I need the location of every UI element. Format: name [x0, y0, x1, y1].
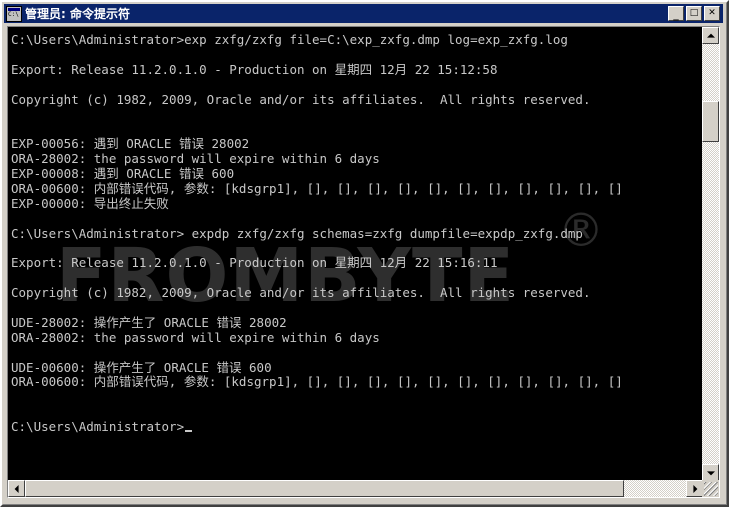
console-line: Copyright (c) 1982, 2009, Oracle and/or …	[11, 91, 591, 107]
chevron-left-icon	[14, 484, 19, 493]
maximize-button[interactable]: □	[686, 6, 702, 21]
horizontal-scroll-thumb[interactable]	[25, 480, 624, 497]
console-output-surface[interactable]: FROMBYTE ® C:\Users\Administrator>exp zx…	[8, 27, 703, 481]
console-line: C:\Users\Administrator> expdp zxfg/zxfg …	[11, 225, 583, 241]
scroll-up-button[interactable]	[702, 27, 719, 44]
scrollbar-corner	[702, 480, 719, 497]
console-line: Copyright (c) 1982, 2009, Oracle and/or …	[11, 285, 591, 301]
vertical-scroll-thumb[interactable]	[702, 101, 719, 142]
window-inner-frame: 管理员: 命令提示符 _ □ ✕ FROMBYTE ® C:\U	[2, 2, 727, 505]
console-line: UDE-28002: 操作产生了 ORACLE 错误 28002	[11, 314, 287, 330]
console-text-lines: C:\Users\Administrator>exp zxfg/zxfg fil…	[11, 32, 623, 435]
console-line: C:\Users\Administrator>exp zxfg/zxfg fil…	[11, 32, 568, 47]
console-line: UDE-00600: 操作产生了 ORACLE 错误 600	[11, 359, 272, 375]
console-line: EXP-00000: 导出终止失败	[11, 195, 169, 211]
console-icon	[6, 5, 22, 22]
console-line: ORA-28002: the password will expire with…	[11, 329, 380, 345]
title-bar[interactable]: 管理员: 命令提示符 _ □ ✕	[4, 4, 723, 23]
chevron-down-icon	[706, 470, 715, 475]
close-icon: ✕	[708, 8, 716, 18]
console-line: ORA-00600: 内部错误代码, 参数: [kdsgrp1], [], []…	[11, 374, 623, 390]
console-line: ORA-28002: the password will expire with…	[11, 151, 380, 167]
console-line: ORA-00600: 内部错误代码, 参数: [kdsgrp1], [], []…	[11, 180, 623, 196]
close-button[interactable]: ✕	[704, 6, 720, 21]
window-title: 管理员: 命令提示符	[25, 7, 130, 21]
console-line: Export: Release 11.2.0.1.0 - Production …	[11, 61, 498, 77]
console-line: C:\Users\Administrator>	[11, 419, 623, 435]
horizontal-scrollbar[interactable]	[8, 480, 703, 497]
resize-grip-icon[interactable]	[704, 482, 718, 496]
minimize-button[interactable]: _	[668, 6, 684, 21]
console-line: Export: Release 11.2.0.1.0 - Production …	[11, 255, 498, 271]
text-cursor	[185, 430, 193, 433]
console-line: EXP-00056: 遇到 ORACLE 错误 28002	[11, 136, 250, 152]
scroll-down-button[interactable]	[702, 464, 719, 481]
command-prompt-window: 管理员: 命令提示符 _ □ ✕ FROMBYTE ® C:\U	[0, 0, 729, 507]
console-line: EXP-00008: 遇到 ORACLE 错误 600	[11, 166, 235, 182]
chevron-up-icon	[706, 33, 715, 38]
console-client-area: FROMBYTE ® C:\Users\Administrator>exp zx…	[7, 26, 720, 498]
chevron-right-icon	[692, 484, 697, 493]
minimize-icon: _	[673, 8, 679, 21]
scroll-right-button[interactable]	[686, 480, 703, 497]
scroll-left-button[interactable]	[8, 480, 25, 497]
vertical-scrollbar[interactable]	[702, 27, 719, 481]
window-controls: _ □ ✕	[668, 6, 720, 21]
maximize-icon: □	[689, 8, 699, 18]
